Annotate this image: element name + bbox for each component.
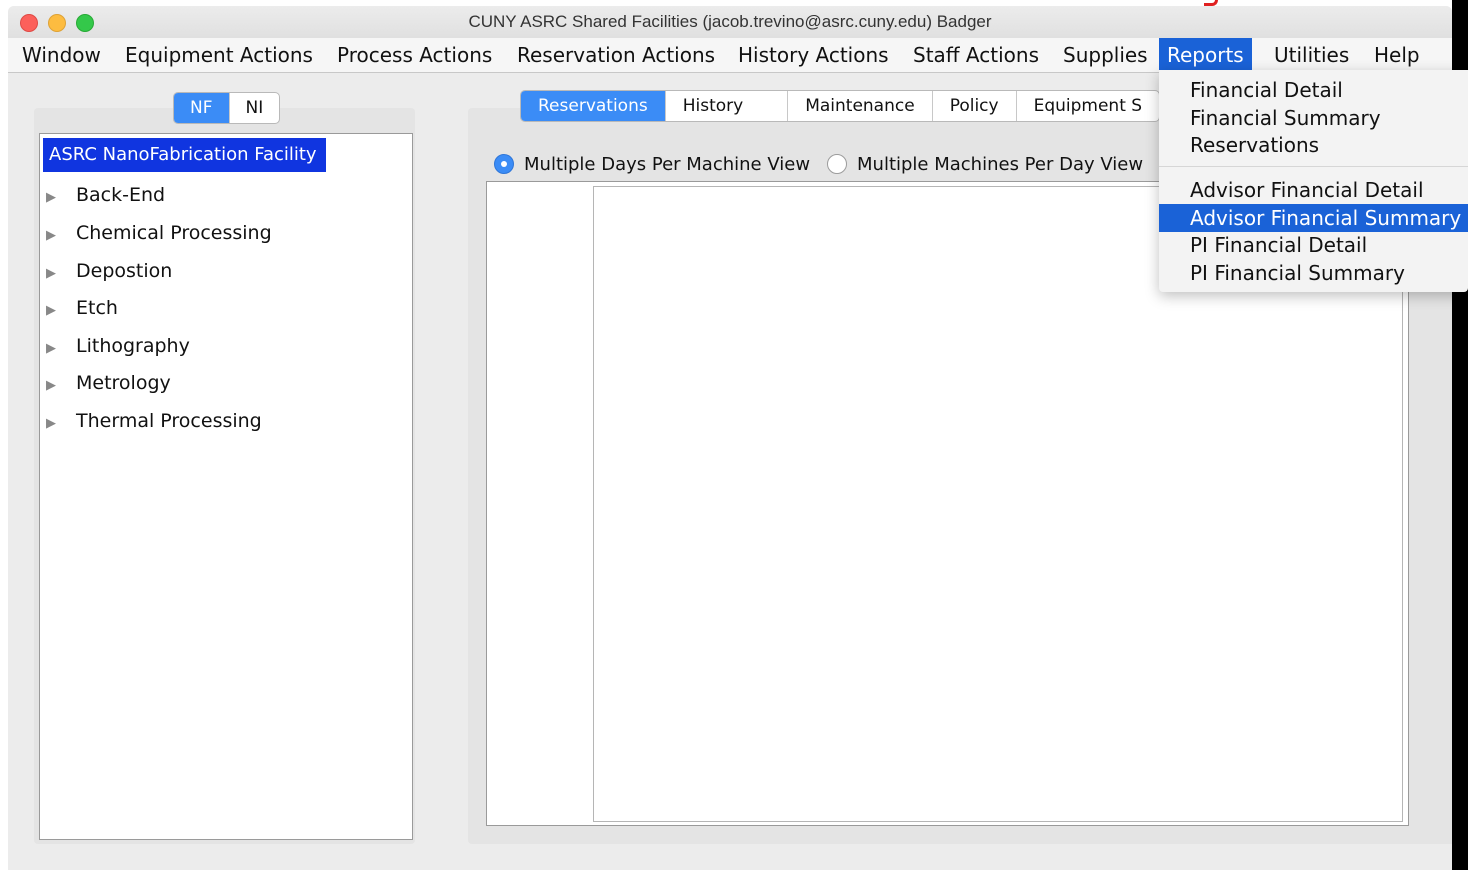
tree-node-label: Chemical Processing bbox=[76, 222, 272, 244]
window-title: CUNY ASRC Shared Facilities (jacob.trevi… bbox=[468, 12, 992, 31]
expand-arrow-icon[interactable]: ▶ bbox=[46, 183, 76, 213]
tree-node-label: Back-End bbox=[76, 184, 166, 206]
tree-node-label: Lithography bbox=[76, 335, 190, 357]
tree-node-label: Depostion bbox=[76, 260, 173, 282]
menu-help[interactable]: Help bbox=[1366, 38, 1428, 72]
tree-node-label: Thermal Processing bbox=[76, 410, 262, 432]
menu-item-advisor-financial-summary[interactable]: Advisor Financial Summary bbox=[1159, 204, 1468, 232]
menu-utilities[interactable]: Utilities bbox=[1266, 38, 1357, 72]
tree-node[interactable]: ▶ Back-End bbox=[46, 180, 165, 210]
title-bar[interactable]: CUNY ASRC Shared Facilities (jacob.trevi… bbox=[8, 6, 1452, 38]
tree-node[interactable]: ▶ Lithography bbox=[46, 331, 190, 361]
tree-node[interactable]: ▶ Chemical Processing bbox=[46, 218, 272, 248]
reports-dropdown-menu: Financial Detail Financial Summary Reser… bbox=[1159, 70, 1468, 292]
tab-maintenance[interactable]: Maintenance bbox=[787, 91, 931, 121]
tree-node[interactable]: ▶ Thermal Processing bbox=[46, 406, 262, 436]
expand-arrow-icon[interactable]: ▶ bbox=[46, 259, 76, 289]
menu-item-pi-financial-detail[interactable]: PI Financial Detail bbox=[1159, 231, 1468, 259]
menu-reports[interactable]: Reports bbox=[1159, 38, 1252, 72]
menu-window[interactable]: Window bbox=[14, 38, 109, 72]
facility-option-ni[interactable]: NI bbox=[228, 93, 280, 123]
menu-item-pi-financial-summary[interactable]: PI Financial Summary bbox=[1159, 259, 1468, 287]
menu-item-financial-detail[interactable]: Financial Detail bbox=[1159, 76, 1468, 104]
minimize-window-icon[interactable] bbox=[48, 14, 66, 32]
expand-arrow-icon[interactable]: ▶ bbox=[46, 334, 76, 364]
equipment-tree: ASRC NanoFabrication Facility ▶ Back-End … bbox=[39, 133, 413, 840]
radio-multiple-days[interactable]: Multiple Days Per Machine View bbox=[494, 151, 810, 179]
expand-arrow-icon[interactable]: ▶ bbox=[46, 296, 76, 326]
tab-policy[interactable]: Policy bbox=[931, 91, 1016, 121]
tree-root[interactable]: ASRC NanoFabrication Facility bbox=[43, 138, 326, 172]
radio-unselected-icon[interactable] bbox=[827, 154, 847, 174]
tree-node[interactable]: ▶ Etch bbox=[46, 293, 118, 323]
menu-process-actions[interactable]: Process Actions bbox=[329, 38, 500, 72]
tree-node-label: Metrology bbox=[76, 372, 171, 394]
radio-selected-icon[interactable] bbox=[494, 154, 514, 174]
expand-arrow-icon[interactable]: ▶ bbox=[46, 371, 76, 401]
tree-node[interactable]: ▶ Metrology bbox=[46, 368, 171, 398]
radio-label: Multiple Days Per Machine View bbox=[524, 154, 811, 175]
menu-item-reservations[interactable]: Reservations bbox=[1159, 131, 1468, 159]
menu-item-financial-summary[interactable]: Financial Summary bbox=[1159, 104, 1468, 132]
tab-history[interactable]: History bbox=[664, 91, 787, 121]
facility-option-nf[interactable]: NF bbox=[174, 93, 229, 123]
tab-equipment[interactable]: Equipment S bbox=[1015, 91, 1159, 121]
menu-separator bbox=[1159, 166, 1468, 167]
menu-staff-actions[interactable]: Staff Actions bbox=[905, 38, 1047, 72]
menu-equipment-actions[interactable]: Equipment Actions bbox=[117, 38, 321, 72]
facility-toggle: NF NI bbox=[173, 92, 281, 124]
menu-history-actions[interactable]: History Actions bbox=[730, 38, 897, 72]
tab-reservations[interactable]: Reservations bbox=[521, 91, 665, 121]
radio-label: Multiple Machines Per Day View bbox=[857, 154, 1144, 175]
menu-reservation-actions[interactable]: Reservation Actions bbox=[509, 38, 723, 72]
radio-multiple-machines[interactable]: Multiple Machines Per Day View bbox=[827, 151, 1143, 179]
close-window-icon[interactable] bbox=[20, 14, 38, 32]
menu-bar: Window Equipment Actions Process Actions… bbox=[8, 38, 1452, 73]
expand-arrow-icon[interactable]: ▶ bbox=[46, 409, 76, 439]
expand-arrow-icon[interactable]: ▶ bbox=[46, 221, 76, 251]
tree-node-label: Etch bbox=[76, 297, 118, 319]
menu-item-advisor-financial-detail[interactable]: Advisor Financial Detail bbox=[1159, 176, 1468, 204]
zoom-window-icon[interactable] bbox=[76, 14, 94, 32]
tree-node[interactable]: ▶ Depostion bbox=[46, 256, 172, 286]
tab-bar: Reservations History Maintenance Policy … bbox=[520, 90, 1161, 122]
menu-supplies[interactable]: Supplies bbox=[1055, 38, 1156, 72]
